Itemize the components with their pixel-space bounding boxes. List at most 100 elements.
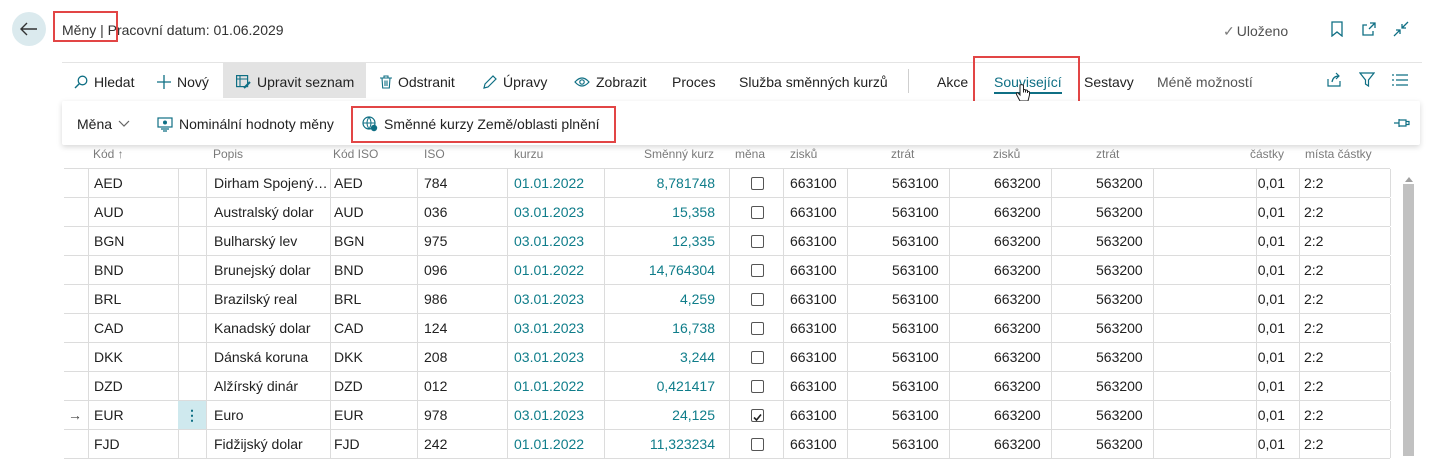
- table-row[interactable]: BGN Bulharský lev BGN 975 03.01.2023 12,335 66…: [64, 227, 1391, 256]
- table-row[interactable]: CAD Kanadský dolar CAD 124 03.01.2023 16,738 6…: [64, 314, 1391, 343]
- cell-iso: 096: [424, 262, 448, 278]
- cell-code[interactable]: BND: [94, 256, 174, 284]
- currency-menu[interactable]: Měna: [77, 116, 130, 132]
- cell-rate-date: 03.01.2023: [514, 291, 585, 307]
- table-row[interactable]: AUD Australský dolar AUD 036 03.01.2023 15,35…: [64, 198, 1391, 227]
- toolbar-divider: [908, 69, 909, 93]
- col-rate-date[interactable]: kurzu: [514, 147, 543, 161]
- process-menu[interactable]: Proces: [672, 73, 716, 91]
- cell-loss-2: 563200: [1096, 378, 1143, 394]
- grid-line: [88, 169, 89, 197]
- grid-line: [88, 401, 89, 429]
- pin-icon[interactable]: [1394, 116, 1410, 132]
- search-button[interactable]: Hledat: [74, 73, 134, 91]
- col-exchange-rate[interactable]: Směnný kurz: [613, 147, 714, 161]
- edit-list-button[interactable]: Upravit seznam: [236, 73, 354, 91]
- cell-code[interactable]: EUR: [94, 401, 174, 429]
- share-icon[interactable]: [1326, 72, 1342, 91]
- table-row[interactable]: AED Dirham Spojený… AED 784 01.01.2022 8,7817…: [64, 168, 1391, 198]
- row-actions-icon[interactable]: ⋮: [178, 401, 206, 429]
- grid-line: [330, 314, 331, 342]
- table-row[interactable]: DKK Dánská koruna DKK 208 03.01.2023 3,244 663…: [64, 343, 1391, 372]
- currency-checkbox[interactable]: [751, 235, 764, 248]
- grid-line: [729, 285, 730, 313]
- grid-line: [604, 401, 605, 429]
- col-iso[interactable]: ISO: [424, 147, 445, 161]
- col-iso-code[interactable]: Kód ISO: [333, 147, 378, 161]
- table-row[interactable]: DZD Alžírský dinár DZD 012 01.01.2022 0,42141…: [64, 372, 1391, 401]
- grid-line: [178, 314, 179, 342]
- exchange-service-menu[interactable]: Služba směnných kurzů: [739, 73, 888, 91]
- col-code[interactable]: Kód ↑: [93, 147, 124, 161]
- cell-code[interactable]: BGN: [94, 227, 174, 255]
- grid-line: [1390, 430, 1391, 458]
- currency-checkbox[interactable]: [751, 409, 764, 422]
- cell-description: Fidžijský dolar: [214, 436, 303, 452]
- grid-line: [206, 430, 207, 458]
- fewer-options-button[interactable]: Méně možností: [1157, 73, 1253, 91]
- cell-description: Alžírský dinár: [214, 378, 299, 394]
- actions-menu[interactable]: Akce: [937, 73, 968, 91]
- cell-gain-2: 663200: [994, 320, 1041, 336]
- back-button[interactable]: [12, 12, 46, 46]
- col-gain-2[interactable]: zisků: [993, 147, 1020, 161]
- denominations-button[interactable]: Nominální hodnoty měny: [157, 116, 334, 132]
- page-title: Měny | Pracovní datum: 01.06.2029: [62, 22, 284, 38]
- delete-button[interactable]: Odstranit: [380, 73, 455, 91]
- currency-checkbox[interactable]: [751, 322, 764, 335]
- grid-line: [88, 372, 89, 400]
- grid-line: [206, 227, 207, 255]
- cell-loss-2: 563200: [1096, 204, 1143, 220]
- cell-code[interactable]: BRL: [94, 285, 174, 313]
- filter-icon[interactable]: [1358, 72, 1376, 91]
- bookmark-icon[interactable]: [1328, 20, 1346, 38]
- currency-checkbox[interactable]: [751, 264, 764, 277]
- currency-checkbox[interactable]: [751, 293, 764, 306]
- grid-line: [729, 372, 730, 400]
- table-row[interactable]: → ⋮ EUR Euro EUR 978 03.01.2023 24,125 663100 563…: [64, 401, 1391, 430]
- cell-code[interactable]: CAD: [94, 314, 174, 342]
- cell-description: Dánská koruna: [214, 349, 309, 365]
- cell-code[interactable]: AUD: [94, 198, 174, 226]
- new-button[interactable]: Nový: [157, 73, 209, 91]
- grid-line: [1390, 227, 1391, 255]
- cell-code[interactable]: AED: [94, 169, 174, 197]
- col-loss-2[interactable]: ztrát: [1096, 147, 1119, 161]
- cell-loss-1: 563100: [892, 262, 939, 278]
- col-amount[interactable]: částky: [1200, 147, 1284, 161]
- col-description[interactable]: Popis: [213, 147, 243, 161]
- currency-checkbox[interactable]: [751, 177, 764, 190]
- grid-line: [178, 285, 179, 313]
- cell-code[interactable]: DZD: [94, 372, 174, 400]
- cell-iso-code: DZD: [334, 378, 363, 394]
- currency-checkbox[interactable]: [751, 380, 764, 393]
- grid-line: [417, 372, 418, 400]
- col-currency-flag[interactable]: měna: [735, 147, 765, 161]
- list-view-icon[interactable]: [1392, 73, 1408, 90]
- cell-code[interactable]: DKK: [94, 343, 174, 371]
- cell-code[interactable]: FJD: [94, 430, 174, 458]
- scrollbar-thumb[interactable]: [1403, 184, 1414, 456]
- grid-line: [206, 314, 207, 342]
- currency-checkbox[interactable]: [751, 206, 764, 219]
- col-gain-1[interactable]: zisků: [790, 147, 817, 161]
- grid-line: [1299, 256, 1300, 284]
- table-row[interactable]: FJD Fidžijský dolar FJD 242 01.01.2022 11,323…: [64, 430, 1391, 459]
- edit-button[interactable]: Úpravy: [483, 73, 547, 91]
- cell-amount: 0,01: [1257, 378, 1285, 394]
- col-places[interactable]: místa částky: [1305, 147, 1372, 161]
- table-row[interactable]: BRL Brazilský real BRL 986 03.01.2023 4,259 66…: [64, 285, 1391, 314]
- grid-line: [206, 256, 207, 284]
- currency-checkbox[interactable]: [751, 351, 764, 364]
- grid-line: [88, 343, 89, 371]
- plus-icon: [157, 75, 171, 89]
- open-new-window-icon[interactable]: [1360, 20, 1378, 38]
- country-exchange-rates-button[interactable]: Směnné kurzy Země/oblasti plnění: [362, 116, 600, 132]
- view-button[interactable]: Zobrazit: [574, 73, 647, 91]
- currency-checkbox[interactable]: [751, 438, 764, 451]
- collapse-icon[interactable]: [1392, 20, 1410, 38]
- table-row[interactable]: BND Brunejský dolar BND 096 01.01.2022 14,764…: [64, 256, 1391, 285]
- reports-menu[interactable]: Sestavy: [1084, 73, 1134, 91]
- grid-line: [206, 343, 207, 371]
- col-loss-1[interactable]: ztrát: [891, 147, 914, 161]
